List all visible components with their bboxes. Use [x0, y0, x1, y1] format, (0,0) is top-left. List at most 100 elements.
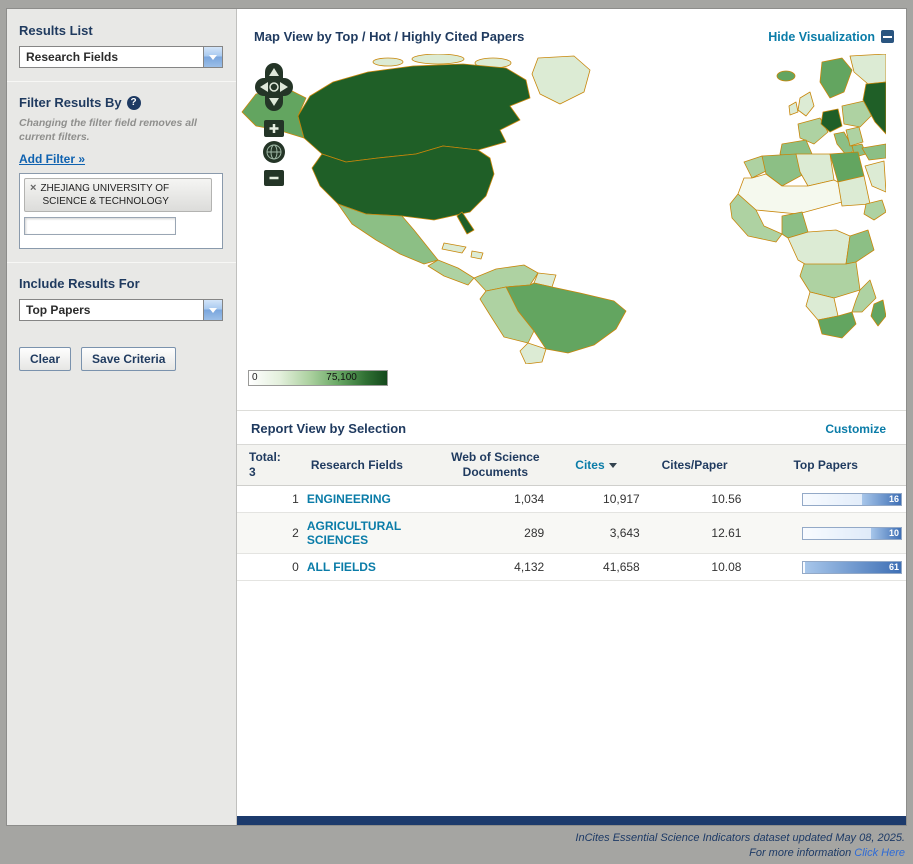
results-list-dropdown-value: Research Fields [20, 50, 203, 64]
cites-per-paper-value: 12.61 [644, 513, 746, 554]
report-table: Total: 3 Research Fields Web of Science … [237, 444, 906, 581]
filter-box: × ZHEJIANG UNIVERSITY OFSCIENCE & TECHNO… [19, 173, 223, 249]
more-info-text: For more information [749, 847, 851, 859]
sidebar-divider [7, 81, 236, 82]
column-header-top-papers: Top Papers [793, 458, 857, 472]
country-hispaniola [471, 251, 483, 259]
globe-reset-button[interactable] [263, 141, 285, 163]
field-link-engineering[interactable]: ENGINEERING [307, 492, 391, 506]
country-turkey [862, 144, 886, 160]
remove-filter-icon[interactable]: × [30, 182, 36, 208]
table-row: 0 ALL FIELDS 4,132 41,658 10.08 61 [237, 554, 906, 581]
bottom-accent-bar [237, 816, 906, 825]
field-link-all-fields[interactable]: ALL FIELDS [307, 560, 376, 574]
region-scandinavia [820, 58, 852, 98]
results-list-section: Results List Research Fields [7, 23, 236, 68]
chevron-down-icon[interactable] [203, 300, 222, 320]
rank-value: 0 [237, 554, 303, 581]
top-papers-bar: 16 [802, 493, 902, 506]
collapse-minus-icon[interactable] [881, 30, 894, 43]
total-label: Total: [249, 450, 299, 465]
cites-per-paper-value: 10.08 [644, 554, 746, 581]
app-window: Results List Research Fields Filter Resu… [6, 8, 907, 826]
pan-control[interactable] [255, 63, 293, 111]
top-papers-bar: 10 [802, 527, 902, 540]
filter-section: Filter Results By ? Changing the filter … [7, 95, 236, 249]
customize-link[interactable]: Customize [825, 422, 886, 436]
legend-min-value: 0 [252, 372, 258, 383]
legend-gradient-bar: 0 75,100 [248, 370, 388, 386]
table-row: 1 ENGINEERING 1,034 10,917 10.56 16 [237, 486, 906, 513]
hide-visualization-link[interactable]: Hide Visualization [768, 30, 894, 44]
legend-max-value: 75,100 [326, 372, 357, 383]
map-controls [252, 62, 296, 199]
world-map[interactable]: 0 75,100 [238, 54, 906, 402]
main-panel: Map View by Top / Hot / Highly Cited Pap… [237, 9, 906, 825]
top-papers-value: 61 [889, 562, 901, 572]
cites-value: 10,917 [548, 486, 644, 513]
column-header-cites-per-paper: Cites/Paper [662, 458, 728, 472]
field-link-agricultural-sciences[interactable]: AGRICULTURAL SCIENCES [307, 519, 401, 547]
country-greenland [532, 56, 590, 104]
save-criteria-button[interactable]: Save Criteria [81, 347, 176, 371]
top-papers-bar: 61 [802, 561, 902, 574]
world-map-svg [238, 54, 886, 364]
report-section: Report View by Selection Customize Total… [237, 410, 906, 581]
rank-value: 1 [237, 486, 303, 513]
include-results-dropdown-value: Top Papers [20, 303, 203, 317]
more-info-line: For more information Click Here [6, 846, 905, 861]
sidebar-buttons: Clear Save Criteria [19, 347, 236, 371]
map-view-title: Map View by Top / Hot / Highly Cited Pap… [254, 29, 524, 44]
region-central-america [428, 260, 474, 285]
table-row: 2 AGRICULTURAL SCIENCES 289 3,643 12.61 … [237, 513, 906, 554]
top-papers-value: 16 [889, 494, 901, 504]
country-sudan [838, 176, 870, 206]
include-results-section: Include Results For Top Papers [7, 276, 236, 321]
results-list-dropdown[interactable]: Research Fields [19, 46, 223, 68]
sort-caret-icon [609, 463, 617, 468]
filter-tag[interactable]: × ZHEJIANG UNIVERSITY OFSCIENCE & TECHNO… [24, 178, 212, 212]
country-arctic-islands [412, 54, 464, 64]
filter-note: Changing the filter field removes all cu… [19, 116, 218, 144]
clear-button[interactable]: Clear [19, 347, 71, 371]
rank-value: 2 [237, 513, 303, 554]
table-header-row: Total: 3 Research Fields Web of Science … [237, 445, 906, 486]
include-results-dropdown[interactable]: Top Papers [19, 299, 223, 321]
region-angola-zambia [800, 262, 860, 298]
column-header-cites[interactable]: Cites [575, 458, 604, 472]
country-usa-florida [457, 212, 474, 234]
filter-results-title: Filter Results By [19, 95, 122, 110]
map-legend: 0 75,100 [248, 370, 388, 386]
sidebar: Results List Research Fields Filter Resu… [7, 9, 237, 825]
top-papers-value: 10 [889, 528, 901, 538]
filter-tag-label: ZHEJIANG UNIVERSITY OFSCIENCE & TECHNOLO… [40, 182, 169, 208]
zoom-out-button[interactable] [264, 170, 284, 186]
region-east-africa [846, 230, 874, 264]
country-ireland [789, 102, 798, 115]
help-icon[interactable]: ? [127, 96, 141, 110]
click-here-link[interactable]: Click Here [854, 847, 905, 859]
dataset-update-note: InCites Essential Science Indicators dat… [6, 831, 905, 846]
docs-value: 4,132 [442, 554, 548, 581]
sidebar-divider [7, 262, 236, 263]
add-filter-link[interactable]: Add Filter » [19, 152, 85, 166]
map-header: Map View by Top / Hot / Highly Cited Pap… [237, 9, 906, 54]
docs-value: 289 [442, 513, 548, 554]
cites-value: 41,658 [548, 554, 644, 581]
chevron-down-icon[interactable] [203, 47, 222, 67]
country-arctic-islands [373, 58, 403, 66]
footer: InCites Essential Science Indicators dat… [6, 831, 905, 861]
country-argentina [520, 343, 546, 364]
filter-input[interactable] [24, 217, 176, 235]
column-header-research-fields: Research Fields [311, 458, 403, 472]
report-header: Report View by Selection Customize [237, 411, 906, 444]
cites-value: 3,643 [548, 513, 644, 554]
zoom-in-button[interactable] [264, 120, 284, 137]
report-view-title: Report View by Selection [251, 421, 406, 436]
region-russia [850, 54, 886, 84]
country-madagascar [871, 300, 886, 326]
cites-per-paper-value: 10.56 [644, 486, 746, 513]
total-value: 3 [249, 465, 299, 480]
country-iceland [777, 71, 795, 81]
column-header-wos-documents: Web of Science Documents [451, 450, 539, 479]
